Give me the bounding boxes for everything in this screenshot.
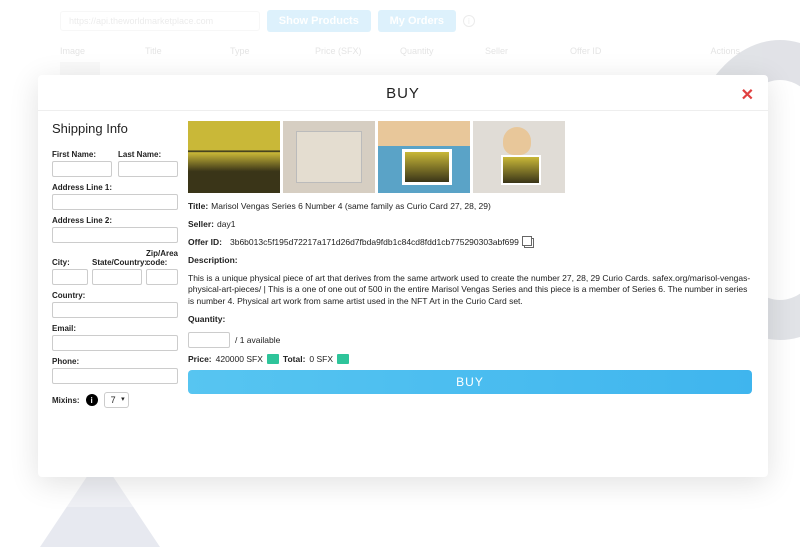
close-icon[interactable]: ✕	[741, 85, 754, 105]
quantity-input[interactable]	[188, 332, 230, 348]
offer-label: Offer ID:	[188, 237, 222, 249]
phone-label: Phone:	[52, 357, 178, 366]
addr1-label: Address Line 1:	[52, 183, 178, 192]
desc-label: Description:	[188, 255, 238, 265]
addr2-label: Address Line 2:	[52, 216, 178, 225]
product-image-2[interactable]	[283, 121, 375, 193]
last-name-input[interactable]	[118, 161, 178, 177]
sfx-icon	[267, 354, 279, 364]
product-image-4[interactable]	[473, 121, 565, 193]
available-text: / 1 available	[235, 335, 280, 345]
title-label: Title:	[188, 201, 208, 211]
zip-label: Zip/Area code:	[146, 249, 178, 267]
buy-button[interactable]: BUY	[188, 370, 752, 394]
seller-label: Seller:	[188, 219, 214, 229]
modal-header: BUY ✕	[38, 75, 768, 111]
country-label: Country:	[52, 291, 178, 300]
addr2-input[interactable]	[52, 227, 178, 243]
price-value: 420000 SFX	[216, 354, 263, 364]
description-text: This is a unique physical piece of art t…	[188, 273, 752, 309]
mixins-label: Mixins:	[52, 396, 80, 405]
addr1-input[interactable]	[52, 194, 178, 210]
offer-id-value: 3b6b013c5f195d72217a171d26d7fbda9fdb1c84…	[230, 237, 519, 249]
first-name-input[interactable]	[52, 161, 112, 177]
last-name-label: Last Name:	[118, 150, 178, 159]
city-input[interactable]	[52, 269, 88, 285]
info-icon[interactable]: i	[86, 394, 98, 406]
copy-icon[interactable]	[524, 238, 534, 248]
modal-title: BUY	[38, 85, 768, 102]
zip-input[interactable]	[146, 269, 178, 285]
shipping-form: Shipping Info First Name: Last Name: Add…	[38, 111, 178, 477]
sfx-icon	[337, 354, 349, 364]
phone-input[interactable]	[52, 368, 178, 384]
shipping-heading: Shipping Info	[52, 121, 178, 136]
country-input[interactable]	[52, 302, 178, 318]
buy-modal: BUY ✕ Shipping Info First Name: Last Nam…	[38, 75, 768, 477]
product-image-3[interactable]	[378, 121, 470, 193]
product-title: Marisol Vengas Series 6 Number 4 (same f…	[211, 201, 491, 211]
email-label: Email:	[52, 324, 178, 333]
total-label: Total:	[283, 354, 306, 364]
city-label: City:	[52, 258, 88, 267]
product-image-1[interactable]	[188, 121, 280, 193]
product-detail: Title:Marisol Vengas Series 6 Number 4 (…	[178, 111, 768, 477]
product-images	[188, 121, 752, 193]
price-label: Price:	[188, 354, 212, 364]
state-label: State/Country:	[92, 258, 142, 267]
state-input[interactable]	[92, 269, 142, 285]
total-value: 0 SFX	[309, 354, 333, 364]
seller-value: day1	[217, 219, 235, 229]
first-name-label: First Name:	[52, 150, 112, 159]
email-input[interactable]	[52, 335, 178, 351]
qty-label: Quantity:	[188, 314, 225, 324]
mixins-select[interactable]: 7	[104, 392, 129, 408]
